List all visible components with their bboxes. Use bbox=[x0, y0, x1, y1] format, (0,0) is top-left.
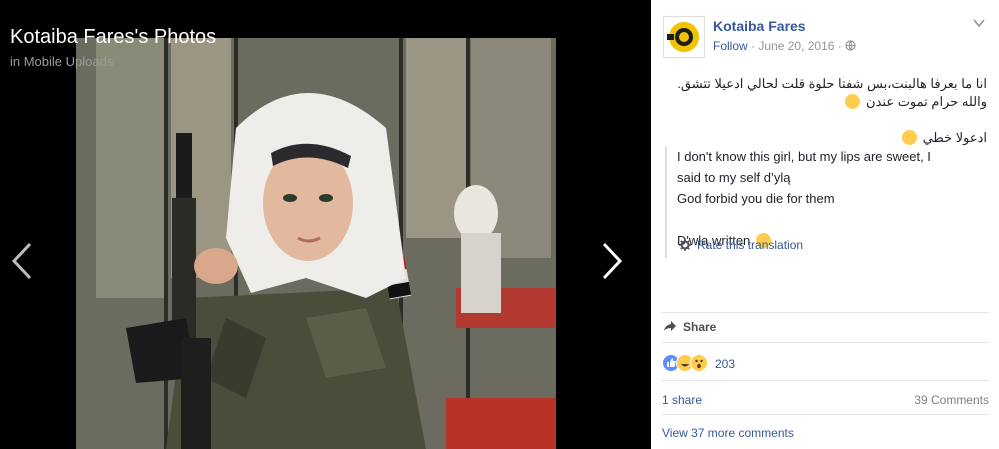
post-meta: Follow · June 20, 2016 · bbox=[713, 39, 856, 53]
share-icon bbox=[664, 321, 676, 331]
author-name[interactable]: Kotaiba Fares bbox=[713, 18, 806, 34]
divider bbox=[661, 342, 989, 343]
previous-photo-button[interactable] bbox=[2, 238, 42, 284]
share-button[interactable]: Share bbox=[663, 320, 716, 334]
photo-viewer-title[interactable]: Kotaiba Fares's Photos bbox=[10, 26, 216, 48]
shares-link[interactable]: 1 share bbox=[662, 393, 702, 407]
reaction-count[interactable]: 203 bbox=[715, 357, 735, 371]
photo-illustration bbox=[76, 38, 556, 449]
follow-link[interactable]: Follow bbox=[713, 39, 748, 53]
divider bbox=[661, 380, 989, 381]
album-link[interactable]: in Mobile Uploads bbox=[10, 54, 113, 69]
post-text-arabic-1: انا ما بعرفا هالبنت،بس شفتا حلوة قلت لحا… bbox=[677, 76, 987, 91]
next-photo-button[interactable] bbox=[592, 238, 632, 284]
rate-translation-label: Rate this translation bbox=[697, 238, 804, 252]
main-photo[interactable] bbox=[76, 38, 556, 449]
view-more-comments-link[interactable]: View 37 more comments bbox=[662, 426, 794, 440]
post-text-arabic-3-text: ادعولا خطي bbox=[922, 130, 987, 145]
translation-line: said to my self d’ylą bbox=[677, 170, 791, 185]
meta-separator: · bbox=[751, 39, 756, 53]
chevron-down-icon[interactable] bbox=[973, 18, 985, 28]
worried-emoji-icon bbox=[901, 130, 917, 145]
gear-icon bbox=[679, 239, 691, 251]
divider bbox=[661, 414, 989, 415]
translation-line: God forbid you die for them bbox=[677, 191, 835, 206]
post-text-arabic-2-text: والله حرام تموت عندن bbox=[866, 94, 987, 109]
post-text-arabic-2: والله حرام تموت عندن bbox=[667, 94, 987, 110]
rate-translation-link[interactable]: Rate this translation bbox=[679, 238, 803, 252]
chevron-left-icon bbox=[11, 242, 32, 280]
wow-reaction-icon bbox=[690, 354, 708, 372]
meta-separator: · bbox=[837, 39, 842, 53]
comments-count[interactable]: 39 Comments bbox=[914, 393, 989, 407]
laughing-emoji-icon bbox=[845, 94, 861, 109]
post-date[interactable]: June 20, 2016 bbox=[758, 39, 834, 53]
translation-line bbox=[677, 209, 999, 230]
post-text-arabic-3: ادعولا خطي bbox=[667, 130, 987, 146]
globe-icon bbox=[845, 40, 856, 52]
translation-block: I don't know this girl, but my lips are … bbox=[665, 146, 999, 258]
profile-logo-icon bbox=[667, 22, 699, 52]
photo-viewer: Kotaiba Fares's Photos in Mobile Uploads bbox=[0, 0, 651, 449]
post-panel: Kotaiba Fares Follow · June 20, 2016 · ا… bbox=[651, 0, 999, 449]
avatar[interactable] bbox=[663, 16, 705, 58]
chevron-right-icon bbox=[602, 242, 623, 280]
share-label: Share bbox=[683, 320, 717, 334]
translation-line: I don't know this girl, but my lips are … bbox=[677, 149, 931, 164]
divider bbox=[661, 312, 989, 313]
